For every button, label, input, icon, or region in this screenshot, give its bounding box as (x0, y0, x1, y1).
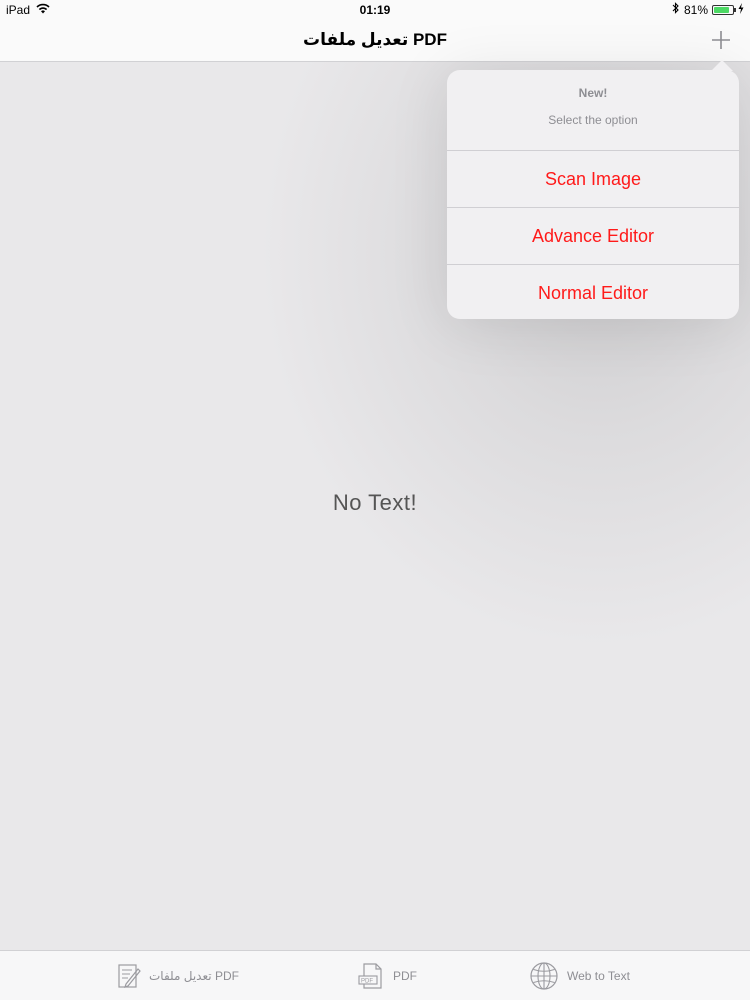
battery-level (714, 6, 729, 13)
popover-title: New! (578, 86, 608, 100)
popover-subtitle: Select the option (548, 113, 638, 127)
tab-pdf[interactable]: PDF PDF (357, 961, 417, 991)
new-options-popover: New! Select the option Scan Image Advanc… (447, 60, 739, 321)
popover-header: New! Select the option (447, 70, 739, 151)
normal-editor-button[interactable]: Normal Editor (447, 265, 739, 321)
charging-icon (738, 2, 744, 17)
advance-editor-button[interactable]: Advance Editor (447, 208, 739, 265)
status-bar: iPad 01:19 81% (0, 0, 750, 20)
bluetooth-icon (672, 2, 680, 17)
scan-image-button[interactable]: Scan Image (447, 151, 739, 208)
empty-state-message: No Text! (332, 490, 418, 515)
tab-edit-pdf-label: تعديل ملفات PDF (149, 969, 239, 983)
tab-edit-pdf[interactable]: تعديل ملفات PDF (117, 961, 239, 991)
pdf-file-icon: PDF (358, 963, 382, 989)
popover-arrow (711, 60, 733, 71)
battery-percent: 81% (683, 2, 708, 17)
tab-web-to-text[interactable]: Web to Text (529, 961, 630, 991)
svg-text:PDF: PDF (361, 979, 373, 985)
status-right: 81% (672, 2, 744, 17)
navigation-bar: تعديل ملفات PDF (0, 20, 750, 62)
status-time: 01:19 (359, 3, 391, 17)
edit-document-icon (118, 964, 141, 988)
page-title: تعديل ملفات PDF (303, 30, 447, 49)
tab-pdf-label: PDF (393, 969, 417, 983)
add-button[interactable] (708, 27, 734, 53)
tab-bar: تعديل ملفات PDF PDF PDF Web to Text (0, 950, 750, 1000)
battery-icon (712, 4, 736, 15)
globe-icon (530, 962, 558, 990)
plus-icon (712, 31, 730, 49)
tab-web-to-text-label: Web to Text (567, 969, 630, 983)
